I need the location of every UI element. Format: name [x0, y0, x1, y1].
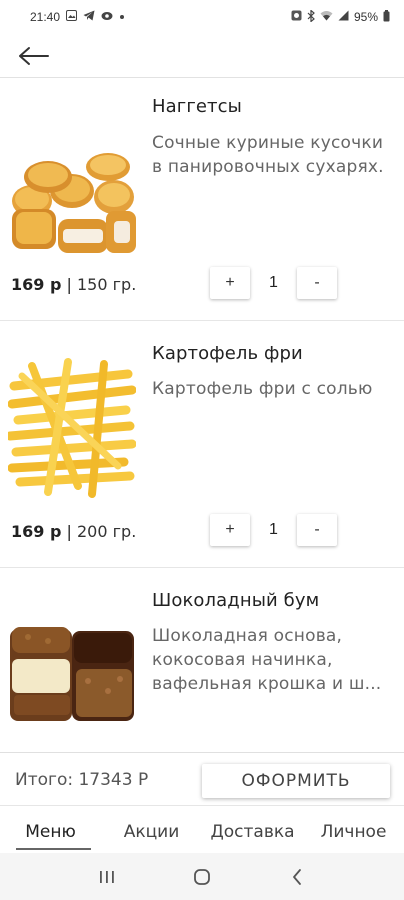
quantity-stepper: + 1 - [210, 267, 337, 299]
increase-button[interactable]: + [210, 267, 250, 299]
product-name: Картофель фри [152, 343, 303, 364]
battery-percent: 95% [353, 10, 378, 24]
signal-icon [338, 10, 349, 24]
product-card[interactable]: Наггетсы Сочные куриные кусочки в паниро… [0, 79, 404, 321]
nav-item-menu[interactable]: Меню [0, 818, 101, 850]
dot-icon [119, 12, 125, 23]
eye-icon [101, 11, 113, 24]
bluetooth-icon [307, 8, 315, 25]
decrease-button[interactable]: - [297, 514, 337, 546]
product-price: 169 р [11, 522, 62, 541]
wifi-icon [320, 10, 333, 24]
bottom-nav: Меню Акции Доставка Личное [0, 805, 404, 853]
system-nav-bar [0, 853, 404, 900]
product-weight: 150 гр. [77, 275, 137, 294]
product-description: Картофель фри с солью [152, 379, 373, 399]
product-image-chocolate [8, 597, 136, 747]
quantity-value: 1 [269, 274, 278, 291]
recent-apps-button[interactable] [87, 857, 127, 897]
price-line: 169 р | 150 гр. [11, 275, 136, 294]
product-image-fries [8, 346, 136, 504]
cart-total-bar: Итого: 17343 Р ОФОРМИТЬ [0, 752, 404, 804]
product-name: Шоколадный бум [152, 590, 320, 611]
status-bar: 21:40 95% [0, 0, 404, 34]
price-separator: | [66, 275, 72, 294]
telegram-icon [83, 10, 95, 24]
product-name: Наггетсы [152, 96, 242, 117]
nav-item-promotions[interactable]: Акции [101, 818, 202, 842]
system-back-button[interactable] [277, 857, 317, 897]
nav-item-personal[interactable]: Личное [303, 818, 404, 842]
product-description: Сочные куриные кусочки в панировочных су… [152, 133, 384, 177]
product-weight: 200 гр. [77, 522, 137, 541]
status-time: 21:40 [30, 10, 61, 24]
home-button[interactable] [182, 857, 222, 897]
app-bar [0, 34, 404, 78]
arrow-left-icon [19, 47, 49, 65]
increase-button[interactable]: + [210, 514, 250, 546]
alarm-icon [291, 10, 302, 24]
decrease-button[interactable]: - [297, 267, 337, 299]
quantity-value: 1 [269, 521, 278, 538]
quantity-stepper: + 1 - [210, 514, 337, 546]
gallery-icon [66, 10, 78, 24]
recent-apps-icon [100, 870, 115, 883]
product-description: Шоколадная основа, кокосовая начинка, ва… [152, 626, 382, 694]
price-line: 169 р | 200 гр. [11, 522, 136, 541]
product-card[interactable]: Картофель фри Картофель фри с солью 169 … [0, 322, 404, 568]
back-button[interactable] [16, 40, 52, 72]
chevron-left-icon [292, 868, 301, 885]
product-card[interactable]: Шоколадный бум Шоколадная основа, кокосо… [0, 569, 404, 752]
battery-icon [383, 9, 390, 25]
product-image-nuggets [8, 99, 136, 257]
price-separator: | [66, 522, 72, 541]
product-price: 169 р [11, 275, 62, 294]
nav-item-delivery[interactable]: Доставка [202, 818, 303, 842]
checkout-button[interactable]: ОФОРМИТЬ [202, 764, 390, 798]
cart-total: Итого: 17343 Р [15, 770, 149, 790]
home-icon [194, 868, 210, 885]
